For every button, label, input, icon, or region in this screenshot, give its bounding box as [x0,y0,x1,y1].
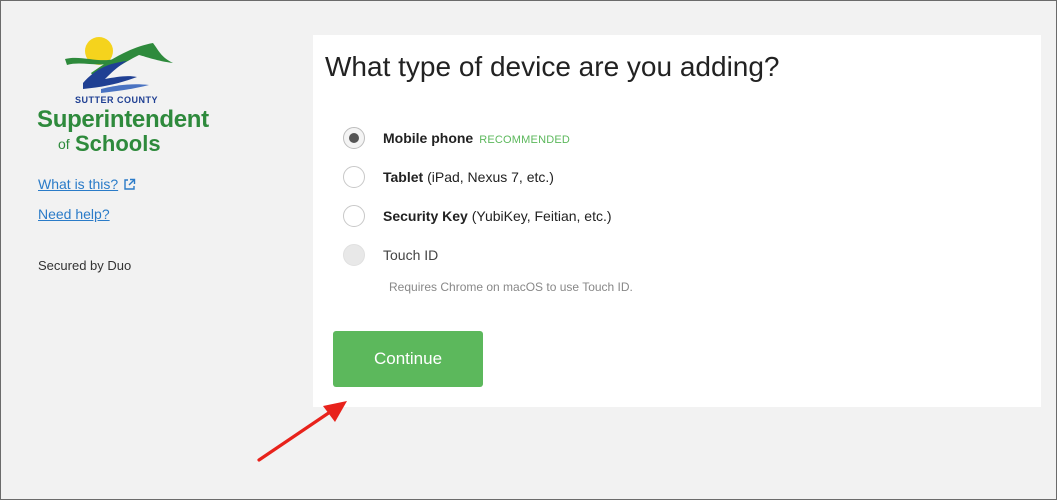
option-security-key-label: Security Key [383,208,468,224]
what-is-this-label: What is this? [38,176,119,192]
option-tablet-label-group: Tablet (iPad, Nexus 7, etc.) [383,169,554,185]
window-frame: SUTTER COUNTY Superintendent of Schools … [0,0,1057,500]
option-mobile-phone[interactable]: Mobile phone RECOMMENDED [343,127,570,149]
option-security-key[interactable]: Security Key (YubiKey, Feitian, etc.) [343,205,612,227]
logo-of-text: of [58,136,70,152]
option-mobile-phone-label: Mobile phone [383,130,474,146]
option-mobile-phone-label-group: Mobile phone RECOMMENDED [383,130,570,146]
continue-button[interactable]: Continue [333,331,483,387]
option-tablet-detail: (iPad, Nexus 7, etc.) [427,169,554,185]
annotation-arrow [257,401,347,462]
page-title: What type of device are you adding? [325,51,780,82]
radio-tablet[interactable] [343,166,365,188]
logo-county-text: SUTTER COUNTY [75,95,158,105]
option-security-key-label-group: Security Key (YubiKey, Feitian, etc.) [383,208,612,224]
logo-schools-text: Schools [75,131,161,156]
logo-sun-wave-icon [65,37,173,93]
what-is-this-link[interactable]: What is this? [38,176,136,192]
option-tablet[interactable]: Tablet (iPad, Nexus 7, etc.) [343,166,554,188]
option-touch-id: Touch ID [343,244,438,266]
option-tablet-label: Tablet [383,169,424,185]
touch-id-requirement-note: Requires Chrome on macOS to use Touch ID… [389,280,633,294]
sutter-county-logo: SUTTER COUNTY Superintendent of Schools [37,33,257,163]
device-type-card: What type of device are you adding? Mobi… [313,35,1041,407]
radio-touch-id [343,244,365,266]
radio-security-key[interactable] [343,205,365,227]
logo-superintendent-text: Superintendent [37,106,209,133]
option-touch-id-label: Touch ID [383,247,439,263]
external-link-icon [124,178,136,190]
recommended-badge: RECOMMENDED [479,134,571,146]
option-security-key-detail: (YubiKey, Feitian, etc.) [471,208,612,224]
secured-by-duo-text: Secured by Duo [38,258,132,273]
need-help-link[interactable]: Need help? [38,206,110,222]
radio-mobile-phone[interactable] [343,127,365,149]
